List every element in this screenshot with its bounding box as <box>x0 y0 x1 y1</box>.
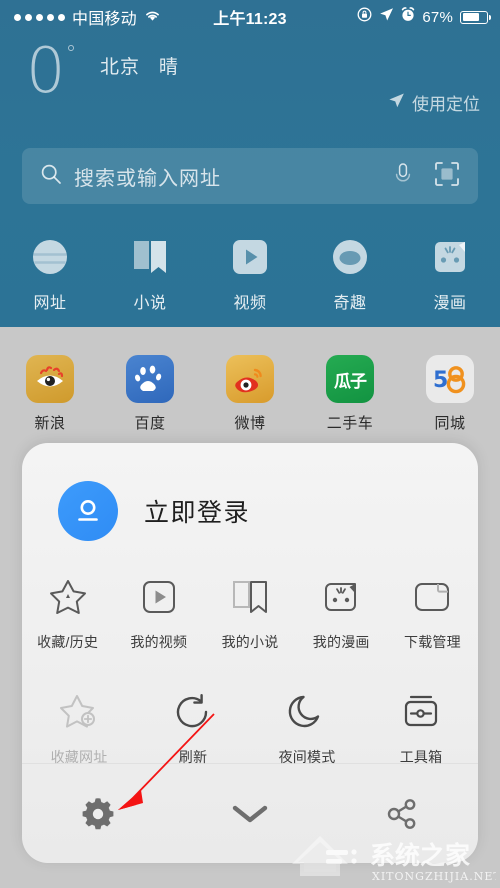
app-item-baidu[interactable]: 百度 <box>100 355 200 433</box>
shortcut-label: 网址 <box>33 295 67 312</box>
shortcut-item-video[interactable]: 视频 <box>200 236 300 313</box>
menu-item-label: 收藏/历史 <box>37 634 99 650</box>
fun-face-icon <box>329 236 371 278</box>
shortcut-label: 视频 <box>233 295 267 312</box>
app-item-weibo[interactable]: 微博 <box>200 355 300 433</box>
download-folder-icon <box>410 575 454 619</box>
use-location-label: 使用定位 <box>412 95 480 114</box>
tongcheng-icon: 5 <box>426 355 474 403</box>
status-bar-left: 中国移动 <box>0 5 161 29</box>
carrier-name: 中国移动 <box>72 11 137 28</box>
collapse-button[interactable] <box>174 802 326 826</box>
shortcut-item-fun[interactable]: 奇趣 <box>300 236 400 313</box>
toolbox-icon <box>399 690 443 734</box>
app-item-sina[interactable]: 新浪 <box>0 355 100 433</box>
globe-icon <box>29 236 71 278</box>
refresh-icon <box>171 690 215 734</box>
browser-home-screen: 中国移动 上午11:23 67% 0° 北京 晴 使用定位 搜索或输入网址 网址… <box>0 0 500 327</box>
app-label: 同城 <box>434 415 466 432</box>
menu-row-primary: 收藏/历史 我的视频 我的小说 我的漫画 下载管理 <box>22 575 478 652</box>
weibo-icon <box>226 355 274 403</box>
watermark-en-text: XITONGZHIJIA.NET <box>372 870 496 883</box>
menu-item-my-comics[interactable]: 我的漫画 <box>296 575 387 652</box>
login-label: 立即登录 <box>144 499 251 527</box>
degree-symbol: ° <box>65 42 77 67</box>
menu-row-secondary: 收藏网址 刷新 夜间模式 工具箱 <box>22 690 478 767</box>
menu-item-label: 下载管理 <box>404 634 461 650</box>
panel-bottom-bar <box>22 763 478 863</box>
battery-percent: 67% <box>422 8 453 26</box>
app-label: 二手车 <box>326 415 374 432</box>
search-icon <box>40 163 62 190</box>
temperature-value: 0 <box>26 34 66 107</box>
shortcut-label: 奇趣 <box>333 295 367 312</box>
menu-item-favorites-history[interactable]: 收藏/历史 <box>22 575 113 652</box>
weather-temperature: 0° <box>26 40 76 102</box>
search-placeholder-text: 搜索或输入网址 <box>74 167 221 190</box>
video-play-icon <box>229 236 271 278</box>
weather-condition: 晴 <box>158 57 179 78</box>
star-icon <box>46 575 90 619</box>
weather-block[interactable]: 0° 北京 晴 使用定位 <box>0 36 500 132</box>
use-location-button[interactable]: 使用定位 <box>388 90 480 115</box>
book-icon <box>129 236 171 278</box>
weather-city-name: 北京 <box>100 57 141 78</box>
baidu-icon <box>126 355 174 403</box>
guazi-icon: 瓜子 <box>326 355 374 403</box>
battery-icon <box>460 10 491 24</box>
menu-item-label: 我的视频 <box>130 634 188 650</box>
sina-icon <box>26 355 74 403</box>
app-item-tongcheng[interactable]: 5 同城 <box>400 355 500 433</box>
location-arrow-icon <box>388 92 405 114</box>
signal-strength-icon <box>14 13 65 21</box>
app-label: 新浪 <box>34 415 66 432</box>
video-play-icon <box>137 575 181 619</box>
app-shortcut-row: 新浪 百度 微博 瓜子 二手车 5 同城 <box>0 355 500 433</box>
login-row[interactable]: 立即登录 <box>58 481 250 541</box>
comic-face-icon <box>319 575 363 619</box>
browser-menu-panel: 立即登录 收藏/历史 我的视频 我的小说 我的漫画 下载管理 收藏网址 刷新 夜… <box>22 443 478 863</box>
shortcut-item-comics[interactable]: 漫画 <box>400 236 500 313</box>
shortcut-label: 漫画 <box>433 295 467 312</box>
weather-city-condition: 北京 晴 <box>100 52 179 79</box>
moon-icon <box>285 690 329 734</box>
microphone-icon[interactable] <box>394 162 412 191</box>
app-item-used-cars[interactable]: 瓜子 二手车 <box>300 355 400 433</box>
status-bar-right: 67% <box>357 7 500 27</box>
menu-item-bookmark-url[interactable]: 收藏网址 <box>22 690 136 767</box>
svg-text:5: 5 <box>433 368 448 393</box>
alarm-clock-icon <box>401 7 415 27</box>
menu-item-my-videos[interactable]: 我的视频 <box>113 575 204 652</box>
shortcut-item-websites[interactable]: 网址 <box>0 236 100 313</box>
comic-face-icon <box>429 236 471 278</box>
menu-item-refresh[interactable]: 刷新 <box>136 690 250 767</box>
app-label: 百度 <box>134 415 166 432</box>
shortcut-label: 小说 <box>133 295 167 312</box>
app-label: 微博 <box>234 415 266 432</box>
shortcut-row: 网址 小说 视频 奇趣 漫画 <box>0 236 500 313</box>
qr-scan-icon[interactable] <box>434 161 460 192</box>
menu-item-label: 我的小说 <box>221 634 279 650</box>
menu-item-my-novels[interactable]: 我的小说 <box>204 575 295 652</box>
menu-item-night-mode[interactable]: 夜间模式 <box>250 690 364 767</box>
wifi-icon <box>144 7 161 27</box>
menu-item-label: 我的漫画 <box>312 634 370 650</box>
menu-item-download-manager[interactable]: 下载管理 <box>387 575 478 652</box>
settings-button[interactable] <box>22 796 174 832</box>
user-avatar-icon <box>58 481 118 541</box>
star-plus-icon <box>57 690 101 734</box>
menu-item-toolbox[interactable]: 工具箱 <box>364 690 478 767</box>
rotation-lock-icon <box>357 7 372 27</box>
status-bar: 中国移动 上午11:23 67% <box>0 0 500 34</box>
share-button[interactable] <box>326 797 478 831</box>
shortcut-item-novels[interactable]: 小说 <box>100 236 200 313</box>
book-icon <box>228 575 272 619</box>
search-input[interactable]: 搜索或输入网址 <box>22 148 478 204</box>
location-arrow-icon <box>379 7 394 27</box>
